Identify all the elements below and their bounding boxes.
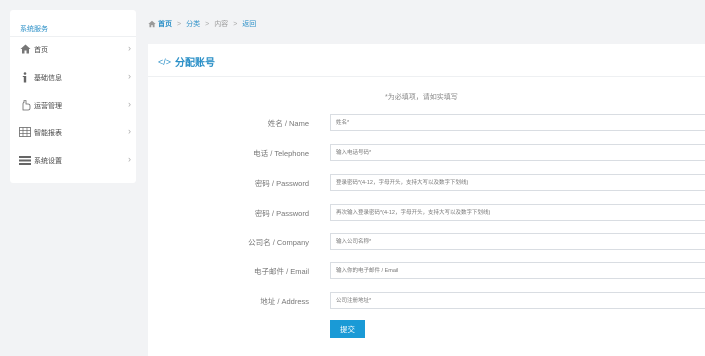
confirm-password-field[interactable] (330, 204, 705, 221)
sidebar-divider (10, 36, 136, 37)
main-panel: </> 分配账号 *为必填项，请如实填写 姓名 / Name 电话 / Tele… (148, 44, 705, 356)
home-icon (148, 20, 156, 28)
email-field[interactable] (330, 262, 705, 279)
panel-header: </> 分配账号 (148, 44, 705, 77)
company-field[interactable] (330, 233, 705, 250)
sidebar-item-label: 首页 (34, 47, 48, 54)
company-label: 公司名 / Company (248, 238, 309, 247)
confirm-password-label: 密码 / Password (254, 209, 309, 218)
sidebar-item-basic-info[interactable]: 基础信息 › (10, 67, 136, 87)
breadcrumb-back-link[interactable]: 返回 (242, 19, 256, 29)
chevron-right-icon: › (128, 126, 131, 136)
name-label: 姓名 / Name (267, 119, 309, 128)
sidebar-item-home[interactable]: 首页 › (10, 39, 136, 59)
address-field[interactable] (330, 292, 705, 309)
chevron-right-icon: › (128, 43, 131, 53)
table-icon (19, 126, 31, 138)
required-note: *为必填项，请如实填写 (385, 94, 458, 101)
page-title: </> 分配账号 (158, 54, 216, 70)
sidebar-item-reports[interactable]: 智能报表 › (10, 122, 136, 142)
breadcrumb-content: 内容 (214, 21, 229, 28)
list-icon (19, 154, 31, 166)
submit-button[interactable]: 提交 (330, 320, 365, 338)
breadcrumb: 首页 > 分类 > 内容 > 返回 (148, 19, 256, 29)
breadcrumb-category-link[interactable]: 分类 (186, 19, 200, 29)
hand-icon (19, 99, 31, 111)
page-title-text: 分配账号 (175, 58, 216, 69)
sidebar-item-label: 运营管理 (34, 103, 62, 110)
sidebar-item-label: 基础信息 (34, 75, 62, 82)
chevron-right-icon: › (128, 154, 131, 164)
home-icon (19, 43, 31, 55)
name-field[interactable] (330, 114, 705, 131)
chevron-right-icon: › (128, 71, 131, 81)
password-label: 密码 / Password (254, 179, 309, 188)
address-label: 地址 / Address (260, 297, 309, 306)
code-icon: </> (158, 56, 172, 67)
email-label: 电子邮件 / Email (253, 267, 309, 276)
sidebar-item-settings[interactable]: 系统设置 › (10, 150, 136, 170)
password-field[interactable] (330, 174, 705, 191)
breadcrumb-home-link[interactable]: 首页 (158, 19, 172, 29)
sidebar-item-label: 智能报表 (34, 130, 62, 137)
sidebar-item-operations[interactable]: 运营管理 › (10, 95, 136, 115)
info-icon (19, 71, 31, 83)
telephone-label: 电话 / Telephone (253, 149, 309, 158)
chevron-right-icon: › (128, 99, 131, 109)
telephone-field[interactable] (330, 144, 705, 161)
sidebar-title: 系统服务 (20, 26, 48, 33)
sidebar-item-label: 系统设置 (34, 158, 62, 165)
sidebar: 系统服务 首页 › 基础信息 › 运营管理 › 智能报表 › 系统设置 › (10, 10, 136, 183)
